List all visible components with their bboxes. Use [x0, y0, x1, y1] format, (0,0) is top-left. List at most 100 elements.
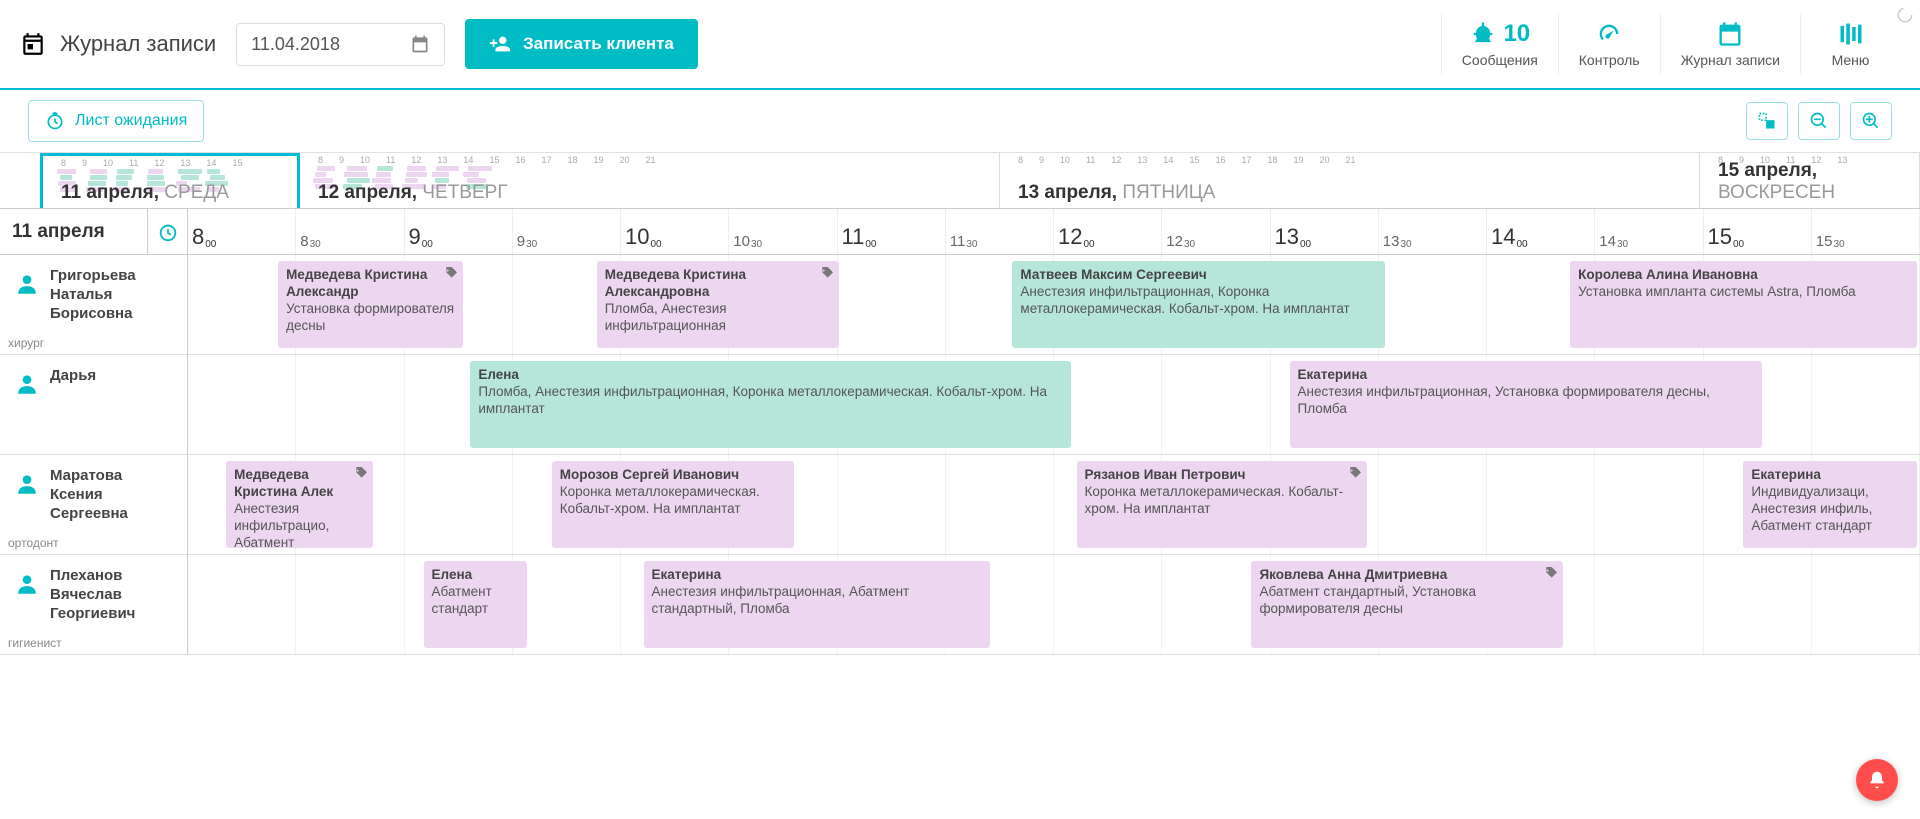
appointment[interactable]: ЕкатеринаАнестезия инфильтрационная, Уст… — [1290, 361, 1763, 448]
time-slot: 930 — [513, 209, 621, 254]
tag-icon — [1543, 565, 1559, 581]
time-slot: 800 — [188, 209, 296, 254]
current-date-cell: 11 апреля — [0, 209, 187, 255]
time-slot: 830 — [296, 209, 404, 254]
waitlist-button[interactable]: Лист ожидания — [28, 100, 204, 142]
appt-client: Медведева Кристина Александр — [286, 267, 455, 301]
schedule: 11 апреля Григорьева Наталья Борисовнахи… — [0, 209, 1920, 655]
header-left: Журнал записи 11.04.2018 Записать клиент… — [20, 19, 698, 69]
time-slot: 1200 — [1054, 209, 1162, 254]
appt-service: Анестезия инфильтрационная, Установка фо… — [1298, 384, 1755, 418]
tag-icon — [819, 265, 835, 281]
appt-client: Елена — [478, 367, 1063, 384]
bell-icon — [1867, 770, 1887, 790]
app-header: Журнал записи 11.04.2018 Записать клиент… — [0, 0, 1920, 90]
nav-control[interactable]: Контроль — [1558, 14, 1660, 75]
staff-row[interactable]: Григорьева Наталья Борисовнахирург — [0, 255, 187, 355]
time-slot: 900 — [405, 209, 513, 254]
appt-service: Абатмент стандартный, Установка формиров… — [1259, 584, 1555, 618]
day-tab[interactable]: 8910111213141516171819202113 апреля, ПЯТ… — [1000, 153, 1700, 208]
staff-row[interactable]: Дарья — [0, 355, 187, 455]
appointment[interactable]: Морозов Сергей ИвановичКоронка металлоке… — [552, 461, 794, 548]
schedule-grid: 8008309009301000103011001130120012301300… — [188, 209, 1920, 655]
view-toggle-button[interactable] — [1746, 102, 1788, 140]
time-slot: 1530 — [1812, 209, 1920, 254]
staff-row[interactable]: Маратова Ксения Сергеевнаортодонт — [0, 455, 187, 555]
day-tab[interactable]: 891011121315 апреля, ВОСКРЕСЕН — [1700, 153, 1920, 208]
staff-row[interactable]: Плеханов Вячеслав Георгиевичгигиенист — [0, 555, 187, 655]
time-slot: 1000 — [621, 209, 729, 254]
page-title-wrap: Журнал записи — [20, 31, 216, 57]
gauge-icon — [1595, 20, 1623, 48]
person-icon — [14, 571, 40, 597]
time-slot: 1300 — [1271, 209, 1379, 254]
calendar-nav-icon — [1716, 20, 1744, 48]
nav-journal-label: Журнал записи — [1681, 52, 1780, 69]
appointment[interactable]: ЕленаАбатмент стандарт — [424, 561, 528, 648]
clock-icon — [45, 111, 65, 131]
appt-service: Установка формирователя десны — [286, 301, 455, 335]
appt-client: Медведева Кристина Александровна — [605, 267, 831, 301]
appt-client: Рязанов Иван Петрович — [1085, 467, 1360, 484]
person-icon — [14, 271, 40, 297]
nav-control-label: Контроль — [1579, 52, 1640, 69]
appt-service: Пломба, Анестезия инфильтрационная, Коро… — [478, 384, 1063, 418]
time-slot: 1430 — [1595, 209, 1703, 254]
appt-client: Королева Алина Ивановна — [1578, 267, 1908, 284]
nav-menu[interactable]: Меню — [1800, 14, 1900, 75]
tag-icon — [443, 265, 459, 281]
clock-toggle[interactable] — [147, 209, 187, 255]
appointment[interactable]: Медведева Кристина АлександровнаПломба, … — [597, 261, 839, 348]
appointment[interactable]: Медведева Кристина АлекАнестезия инфильт… — [226, 461, 373, 548]
appt-client: Екатерина — [1298, 367, 1755, 384]
appt-service: Анестезия инфильтрационная, Коронка мета… — [1020, 284, 1376, 318]
add-client-label: Записать клиента — [523, 34, 674, 54]
notification-bell[interactable] — [1856, 759, 1898, 801]
date-input[interactable]: 11.04.2018 — [236, 23, 445, 66]
toolbar: Лист ожидания — [0, 90, 1920, 153]
schedule-sidebar: 11 апреля Григорьева Наталья Борисовнахи… — [0, 209, 188, 655]
appointment[interactable]: Матвеев Максим СергеевичАнестезия инфиль… — [1012, 261, 1384, 348]
person-icon — [14, 471, 40, 497]
day-tab[interactable]: 8910111213141511 апреля, СРЕДА — [40, 153, 300, 208]
staff-role: гигиенист — [8, 636, 62, 650]
zoom-out-button[interactable] — [1798, 102, 1840, 140]
schedule-row: ЕленаАбатмент стандарт ЕкатеринаАнестезия… — [188, 555, 1920, 655]
add-client-button[interactable]: Записать клиента — [465, 19, 698, 69]
person-icon — [14, 371, 40, 397]
appointment[interactable]: ЕкатеринаИндивидуализаци, Анестезия инфи… — [1743, 461, 1916, 548]
appt-client: Елена — [432, 567, 520, 584]
appointment[interactable]: ЕленаПломба, Анестезия инфильтрационная,… — [470, 361, 1071, 448]
appt-client: Екатерина — [1751, 467, 1908, 484]
time-slot: 1500 — [1704, 209, 1812, 254]
waitlist-label: Лист ожидания — [75, 112, 187, 130]
schedule-row: ЕленаПломба, Анестезия инфильтрационная,… — [188, 355, 1920, 455]
loading-spinner — [1896, 6, 1914, 24]
nav-messages[interactable]: 10 Сообщения — [1441, 14, 1558, 75]
megaphone-icon — [1469, 20, 1497, 48]
appointment[interactable]: ЕкатеринаАнестезия инфильтрационная, Аба… — [644, 561, 990, 648]
appt-client: Морозов Сергей Иванович — [560, 467, 786, 484]
staff-role: хирург — [8, 336, 44, 350]
appointment[interactable]: Медведева Кристина АлександрУстановка фо… — [278, 261, 463, 348]
staff-name: Дарья — [50, 367, 96, 386]
appointment[interactable]: Яковлева Анна ДмитриевнаАбатмент стандар… — [1251, 561, 1563, 648]
appointment[interactable]: Рязанов Иван ПетровичКоронка металлокера… — [1077, 461, 1368, 548]
appt-client: Екатерина — [652, 567, 982, 584]
time-header: 8008309009301000103011001130120012301300… — [188, 209, 1920, 255]
nav-journal[interactable]: Журнал записи — [1660, 14, 1800, 75]
day-tab[interactable]: 8910111213141516171819202112 апреля, ЧЕТ… — [300, 153, 1000, 208]
appointment[interactable]: Королева Алина ИвановнаУстановка имплант… — [1570, 261, 1916, 348]
appt-service: Пломба, Анестезия инфильтрационная — [605, 301, 831, 335]
appt-client: Матвеев Максим Сергеевич — [1020, 267, 1376, 284]
add-user-icon — [489, 33, 511, 55]
appt-service: Коронка металлокерамическая. Кобальт-хро… — [1085, 484, 1360, 518]
appt-client: Яковлева Анна Дмитриевна — [1259, 567, 1555, 584]
alarm-icon — [157, 221, 179, 243]
tag-icon — [1347, 465, 1363, 481]
zoom-in-button[interactable] — [1850, 102, 1892, 140]
time-slot: 1130 — [946, 209, 1054, 254]
appt-service: Абатмент стандарт — [432, 584, 520, 618]
time-slot: 1030 — [729, 209, 837, 254]
calendar-small-icon — [410, 34, 430, 54]
